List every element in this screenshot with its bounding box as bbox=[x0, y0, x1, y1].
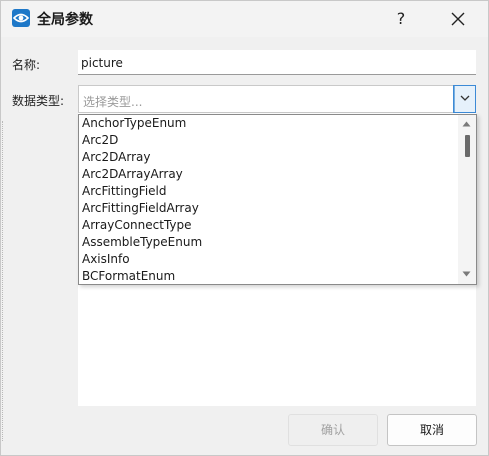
name-input[interactable]: picture bbox=[78, 50, 476, 75]
dialog-window: 全局参数 ? 名称: picture 数据类型: 选择类型... AnchorT… bbox=[0, 0, 489, 456]
app-icon bbox=[12, 9, 30, 27]
dropdown-items: AnchorTypeEnum Arc2D Arc2DArray Arc2DArr… bbox=[79, 115, 459, 285]
scroll-down-icon[interactable] bbox=[462, 271, 471, 277]
data-type-label: 数据类型: bbox=[12, 94, 65, 108]
left-border-decoration bbox=[2, 121, 5, 441]
list-item[interactable]: ArcFittingFieldArray bbox=[79, 200, 459, 217]
data-type-combobox[interactable]: 选择类型... bbox=[78, 85, 476, 113]
close-icon bbox=[451, 12, 465, 26]
close-button[interactable] bbox=[438, 1, 478, 37]
list-item[interactable]: ArcFittingField bbox=[79, 183, 459, 200]
list-item[interactable]: AnchorTypeEnum bbox=[79, 115, 459, 132]
list-item[interactable]: Arc2DArray bbox=[79, 149, 459, 166]
help-button[interactable]: ? bbox=[381, 1, 421, 37]
combobox-dropdown-button[interactable] bbox=[453, 85, 476, 113]
list-item[interactable]: Arc2DArrayArray bbox=[79, 166, 459, 183]
cancel-button[interactable]: 取消 bbox=[387, 414, 477, 446]
list-item[interactable]: ArrayConnectType bbox=[79, 217, 459, 234]
data-type-dropdown-list[interactable]: AnchorTypeEnum Arc2D Arc2DArray Arc2DArr… bbox=[78, 114, 477, 285]
confirm-button[interactable]: 确认 bbox=[288, 414, 378, 446]
list-item[interactable]: BCFormatEnum bbox=[79, 268, 459, 285]
scroll-up-icon[interactable] bbox=[462, 121, 471, 127]
title-bar[interactable]: 全局参数 ? bbox=[1, 1, 488, 37]
dialog-title: 全局参数 bbox=[37, 12, 93, 28]
list-item[interactable]: Arc2D bbox=[79, 132, 459, 149]
dropdown-scrollbar[interactable] bbox=[458, 115, 476, 284]
list-item[interactable]: AssembleTypeEnum bbox=[79, 234, 459, 251]
data-type-placeholder: 选择类型... bbox=[83, 95, 143, 109]
chevron-down-icon bbox=[460, 95, 470, 101]
list-item[interactable]: AxisInfo bbox=[79, 251, 459, 268]
scrollbar-thumb[interactable] bbox=[465, 135, 470, 157]
name-label: 名称: bbox=[12, 58, 41, 72]
